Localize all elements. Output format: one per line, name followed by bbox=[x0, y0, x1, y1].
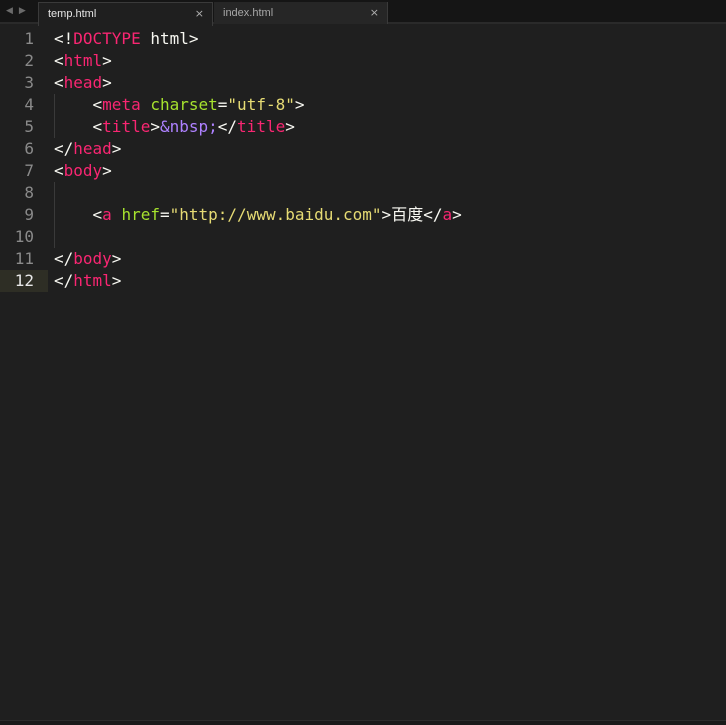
code-line[interactable]: 9 <a href="http://www.baidu.com">百度</a> bbox=[0, 204, 726, 226]
code-text: <body> bbox=[54, 160, 112, 182]
code-token: < bbox=[54, 161, 64, 180]
close-icon[interactable]: × bbox=[195, 3, 204, 25]
back-arrow-icon[interactable]: ◀ bbox=[6, 5, 13, 17]
code-text: </head> bbox=[54, 138, 121, 160]
code-token: <! bbox=[54, 29, 74, 48]
code-token: title bbox=[102, 117, 151, 136]
code-line[interactable]: 4 <meta charset="utf-8"> bbox=[0, 94, 726, 116]
line-number: 1 bbox=[24, 29, 34, 48]
code-line[interactable]: 8 bbox=[0, 182, 726, 204]
code-token: meta bbox=[102, 95, 141, 114]
code-token: > bbox=[150, 117, 160, 136]
code-token: </ bbox=[217, 117, 238, 136]
editor-bottom-edge bbox=[0, 720, 726, 725]
code-token: > bbox=[111, 139, 122, 158]
line-number: 6 bbox=[24, 139, 34, 158]
code-token: > bbox=[102, 73, 112, 92]
code-token: body bbox=[73, 249, 112, 268]
code-text: <meta charset="utf-8"> bbox=[54, 94, 305, 116]
code-token: html bbox=[63, 51, 103, 70]
code-token: </ bbox=[54, 139, 74, 158]
code-token: title bbox=[237, 117, 286, 136]
tab-label: index.html bbox=[223, 7, 274, 19]
line-number: 10 bbox=[14, 227, 34, 246]
tab-navigation: ◀ ▶ bbox=[6, 5, 26, 17]
code-token: < bbox=[92, 95, 103, 114]
line-number: 2 bbox=[24, 51, 34, 70]
code-token: html bbox=[140, 29, 189, 48]
code-token: head bbox=[63, 73, 103, 92]
code-token: > bbox=[102, 51, 112, 70]
code-token: = bbox=[217, 95, 228, 114]
code-token: charset bbox=[150, 95, 218, 114]
code-token: < bbox=[54, 73, 64, 92]
code-line[interactable]: 7 <body> bbox=[0, 160, 726, 182]
code-token: </ bbox=[54, 271, 74, 290]
code-token: "utf-8" bbox=[227, 95, 295, 114]
code-token: 百度 bbox=[391, 205, 424, 224]
line-number: 8 bbox=[24, 183, 34, 202]
line-number: 7 bbox=[24, 161, 34, 180]
code-line[interactable]: 2 <html> bbox=[0, 50, 726, 72]
code-line[interactable]: 3 <head> bbox=[0, 72, 726, 94]
code-token: "http://www.baidu.com" bbox=[169, 205, 382, 224]
tab-index-html[interactable]: index.html × bbox=[214, 2, 388, 24]
code-token: a bbox=[442, 205, 453, 224]
code-line[interactable]: 11 </body> bbox=[0, 248, 726, 270]
code-line[interactable]: 1 <!DOCTYPE html> bbox=[0, 28, 726, 50]
line-number: 12 bbox=[0, 270, 48, 292]
code-text: <a href="http://www.baidu.com">百度</a> bbox=[54, 204, 462, 226]
code-token: </ bbox=[54, 249, 74, 268]
line-number: 9 bbox=[24, 205, 34, 224]
code-token: > bbox=[294, 95, 305, 114]
code-token: head bbox=[73, 139, 112, 158]
code-line[interactable]: 6 </head> bbox=[0, 138, 726, 160]
code-token: > bbox=[452, 205, 462, 224]
code-text: <head> bbox=[54, 72, 112, 94]
tab-label: temp.html bbox=[48, 8, 97, 20]
code-token: html bbox=[73, 271, 112, 290]
code-token: body bbox=[63, 161, 103, 180]
close-icon[interactable]: × bbox=[370, 2, 379, 24]
tab-bar: ◀ ▶ temp.html × index.html × bbox=[0, 0, 726, 26]
code-token: > bbox=[188, 29, 199, 48]
code-token: </ bbox=[423, 205, 443, 224]
code-editor[interactable]: 1 <!DOCTYPE html> 2 <html> 3 <head> 4 <meta ch… bbox=[0, 28, 726, 725]
code-token: > bbox=[381, 205, 392, 224]
code-token: href bbox=[121, 205, 160, 224]
code-token: DOCTYPE bbox=[73, 29, 141, 48]
code-token: &nbsp; bbox=[159, 117, 218, 136]
code-token: < bbox=[92, 117, 103, 136]
code-token: > bbox=[285, 117, 295, 136]
code-token: a bbox=[102, 205, 112, 224]
tab-temp-html[interactable]: temp.html × bbox=[38, 2, 213, 26]
code-token: > bbox=[102, 161, 112, 180]
forward-arrow-icon[interactable]: ▶ bbox=[19, 5, 26, 17]
code-text: <title>&nbsp;</title> bbox=[54, 116, 295, 138]
line-number: 5 bbox=[24, 117, 34, 136]
code-line[interactable]: 10 bbox=[0, 226, 726, 248]
code-text: <!DOCTYPE html> bbox=[54, 28, 199, 50]
line-number: 4 bbox=[24, 95, 34, 114]
code-token: > bbox=[111, 271, 122, 290]
line-number: 3 bbox=[24, 73, 34, 92]
code-token: = bbox=[159, 205, 170, 224]
code-token: < bbox=[92, 205, 103, 224]
code-text: </html> bbox=[54, 270, 121, 292]
code-text: </body> bbox=[54, 248, 121, 270]
code-text: <html> bbox=[54, 50, 112, 72]
code-line[interactable]: 5 <title>&nbsp;</title> bbox=[0, 116, 726, 138]
code-token: > bbox=[111, 249, 122, 268]
line-number: 11 bbox=[14, 249, 34, 268]
code-line[interactable]: 12 </html> bbox=[0, 270, 726, 292]
code-token: < bbox=[54, 51, 64, 70]
